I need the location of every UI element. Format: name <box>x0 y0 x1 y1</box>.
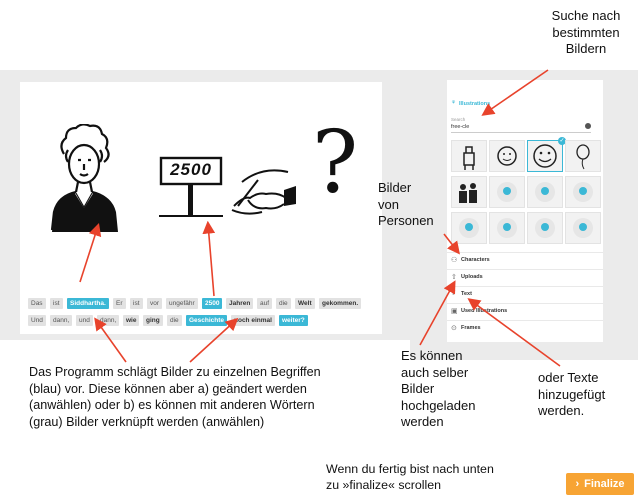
arrow-sign-image <box>202 220 216 297</box>
arrow-persons <box>443 233 460 255</box>
annotation-arrows <box>79 69 561 367</box>
arrow-to-blue-word <box>94 317 127 363</box>
arrow-search <box>481 69 549 116</box>
arrow-to-gray-word <box>189 317 239 363</box>
arrow-text <box>467 298 561 367</box>
arrow-person-image <box>79 222 102 283</box>
arrow-upload <box>419 280 456 346</box>
